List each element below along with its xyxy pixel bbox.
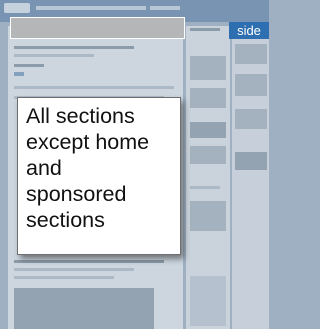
- right-column-thumbnail: [190, 201, 226, 231]
- side-column: [232, 34, 269, 329]
- side-column-ad: [235, 109, 267, 129]
- content-photo: [14, 288, 154, 329]
- side-column-ad: [235, 152, 267, 170]
- side-column-ad: [235, 44, 267, 64]
- right-column: [186, 26, 230, 329]
- right-column-box: [190, 276, 226, 326]
- callout-line: sections: [26, 208, 105, 232]
- callout-text: All sections except home and sponsored s…: [26, 103, 176, 233]
- callout-line: sponsored: [26, 182, 127, 206]
- annotation-callout: All sections except home and sponsored s…: [17, 97, 181, 255]
- right-column-thumbnail: [190, 122, 226, 138]
- content-text-line: [14, 54, 94, 57]
- side-label-text: side: [237, 23, 261, 38]
- content-text-line: [14, 86, 174, 89]
- highlighted-banner-bar: [10, 17, 185, 39]
- content-badge: [14, 72, 24, 76]
- site-logo: [4, 3, 30, 13]
- callout-line: except home: [26, 130, 150, 154]
- side-column-ad: [235, 74, 267, 96]
- right-column-thumbnail: [190, 146, 226, 164]
- content-text-line: [14, 64, 44, 67]
- screenshot-stage: side All sections except home and sponso…: [0, 0, 269, 329]
- right-column-heading: [190, 28, 220, 31]
- content-text-line: [14, 268, 134, 271]
- content-text-line: [14, 46, 134, 49]
- top-navigation: [36, 6, 146, 10]
- content-text-line: [14, 260, 164, 263]
- callout-line: and: [26, 156, 62, 180]
- right-column-text-line: [190, 186, 220, 189]
- content-text-line: [14, 276, 114, 279]
- right-column-thumbnail: [190, 88, 226, 108]
- side-label-tab: side: [229, 22, 269, 39]
- callout-line: All sections: [26, 104, 135, 128]
- top-navigation-secondary: [150, 6, 180, 10]
- right-column-thumbnail: [190, 56, 226, 80]
